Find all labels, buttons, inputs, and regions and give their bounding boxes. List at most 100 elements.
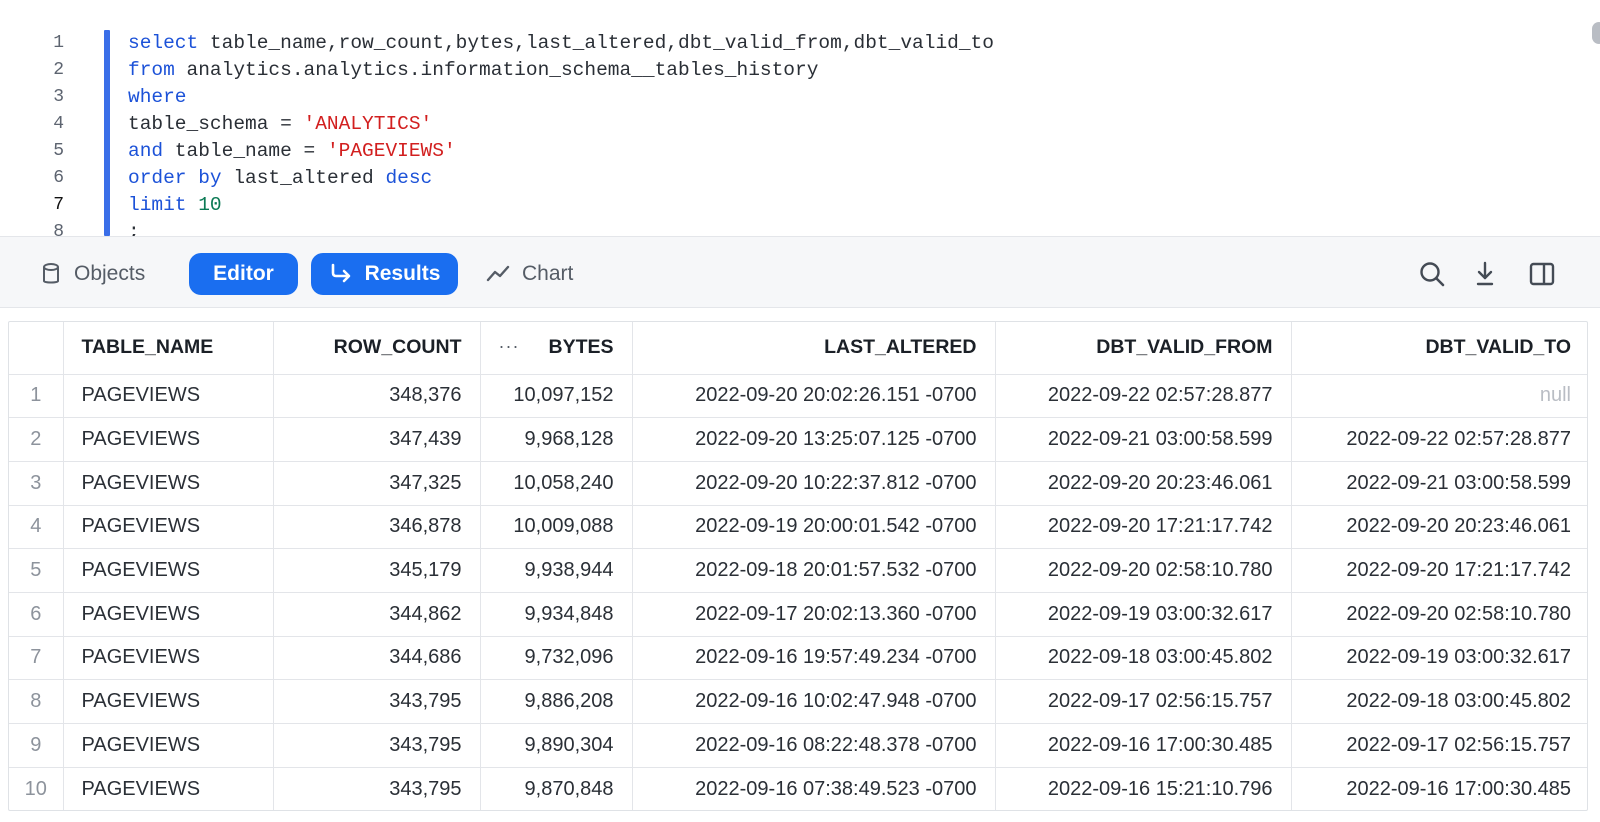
code-area[interactable]: select table_name,row_count,bytes,last_a… (128, 30, 994, 236)
cell-dbt-valid-from[interactable]: 2022-09-20 20:23:46.061 (995, 461, 1292, 506)
cell-table-name[interactable]: PAGEVIEWS (63, 548, 274, 593)
split-panel-button[interactable] (1524, 256, 1560, 292)
cell-dbt-valid-to[interactable]: null (1291, 374, 1587, 419)
sql-keyword: where (128, 86, 187, 108)
cell-table-name[interactable]: PAGEVIEWS (63, 505, 274, 550)
cell-last-altered[interactable]: 2022-09-16 07:38:49.523 -0700 (632, 767, 996, 810)
cell-bytes[interactable]: 9,870,848 (480, 767, 633, 810)
cell-row-count[interactable]: 347,439 (273, 417, 481, 462)
cell-row-count[interactable]: 344,862 (273, 592, 481, 637)
cell-last-altered[interactable]: 2022-09-19 20:00:01.542 -0700 (632, 505, 996, 550)
cell-last-altered[interactable]: 2022-09-20 13:25:07.125 -0700 (632, 417, 996, 462)
cell-last-altered[interactable]: 2022-09-16 10:02:47.948 -0700 (632, 679, 996, 724)
table-row[interactable]: 10 PAGEVIEWS 343,795 9,870,848 2022-09-16 07… (9, 767, 1587, 810)
sql-editor[interactable]: 1 2 3 4 5 6 7 8 select table_name,row_count,byt… (0, 0, 1600, 236)
column-header-row-count[interactable]: ROW_COUNT (273, 322, 481, 375)
cell-dbt-valid-to[interactable]: 2022-09-17 02:56:15.757 (1291, 723, 1587, 768)
cell-dbt-valid-from[interactable]: 2022-09-16 15:21:10.796 (995, 767, 1292, 810)
cell-dbt-valid-to[interactable]: 2022-09-16 17:00:30.485 (1291, 767, 1587, 810)
download-button[interactable] (1467, 256, 1503, 292)
cell-dbt-valid-from[interactable]: 2022-09-22 02:57:28.877 (995, 374, 1292, 419)
table-row[interactable]: 7 PAGEVIEWS 344,686 9,732,096 2022-09-16 19:… (9, 636, 1587, 681)
column-header-bytes-label: BYTES (548, 336, 614, 359)
cell-table-name[interactable]: PAGEVIEWS (63, 767, 274, 810)
editor-toggle-button[interactable]: Editor (189, 253, 298, 295)
table-row[interactable]: 6 PAGEVIEWS 344,862 9,934,848 2022-09-17 20:… (9, 592, 1587, 637)
cell-bytes[interactable]: 9,934,848 (480, 592, 633, 637)
cell-row-count[interactable]: 346,878 (273, 505, 481, 550)
cell-table-name[interactable]: PAGEVIEWS (63, 592, 274, 637)
code-line[interactable]: table_schema = 'ANALYTICS' (128, 111, 994, 138)
cell-row-count[interactable]: 345,179 (273, 548, 481, 593)
cell-table-name[interactable]: PAGEVIEWS (63, 679, 274, 724)
cell-dbt-valid-from[interactable]: 2022-09-16 17:00:30.485 (995, 723, 1292, 768)
cell-dbt-valid-to[interactable]: 2022-09-20 02:58:10.780 (1291, 592, 1587, 637)
objects-tab[interactable]: Objects (40, 253, 145, 295)
cell-table-name[interactable]: PAGEVIEWS (63, 417, 274, 462)
table-row[interactable]: 9 PAGEVIEWS 343,795 9,890,304 2022-09-16 08:… (9, 723, 1587, 768)
table-row[interactable]: 4 PAGEVIEWS 346,878 10,009,088 2022-09-19 20… (9, 505, 1587, 550)
cell-dbt-valid-to[interactable]: 2022-09-18 03:00:45.802 (1291, 679, 1587, 724)
column-header-last-altered[interactable]: LAST_ALTERED (632, 322, 996, 375)
cell-dbt-valid-to[interactable]: 2022-09-20 20:23:46.061 (1291, 505, 1587, 550)
cell-dbt-valid-from[interactable]: 2022-09-17 02:56:15.757 (995, 679, 1292, 724)
column-menu-icon[interactable]: ··· (499, 336, 520, 357)
table-row[interactable]: 2 PAGEVIEWS 347,439 9,968,128 2022-09-20 13:… (9, 417, 1587, 462)
row-index-header (9, 322, 64, 375)
editor-scrollbar[interactable] (1592, 22, 1600, 44)
cell-table-name[interactable]: PAGEVIEWS (63, 374, 274, 419)
cell-last-altered[interactable]: 2022-09-16 08:22:48.378 -0700 (632, 723, 996, 768)
results-toggle-button[interactable]: Results (311, 253, 458, 295)
cell-dbt-valid-to[interactable]: 2022-09-19 03:00:32.617 (1291, 636, 1587, 681)
cell-dbt-valid-from[interactable]: 2022-09-20 17:21:17.742 (995, 505, 1292, 550)
cell-dbt-valid-from[interactable]: 2022-09-19 03:00:32.617 (995, 592, 1292, 637)
cell-bytes[interactable]: 10,097,152 (480, 374, 633, 419)
cell-row-count[interactable]: 343,795 (273, 723, 481, 768)
cell-table-name[interactable]: PAGEVIEWS (63, 636, 274, 681)
code-line[interactable]: and table_name = 'PAGEVIEWS' (128, 138, 994, 165)
cell-row-count[interactable]: 343,795 (273, 679, 481, 724)
cell-row-count[interactable]: 348,376 (273, 374, 481, 419)
cell-last-altered[interactable]: 2022-09-17 20:02:13.360 -0700 (632, 592, 996, 637)
code-line[interactable]: limit 10 (128, 192, 994, 219)
cell-row-count[interactable]: 347,325 (273, 461, 481, 506)
code-line[interactable]: order by last_altered desc (128, 165, 994, 192)
cell-dbt-valid-to[interactable]: 2022-09-22 02:57:28.877 (1291, 417, 1587, 462)
cell-last-altered[interactable]: 2022-09-16 19:57:49.234 -0700 (632, 636, 996, 681)
column-header-table-name[interactable]: TABLE_NAME (63, 322, 274, 375)
table-row[interactable]: 8 PAGEVIEWS 343,795 9,886,208 2022-09-16 10:… (9, 679, 1587, 724)
cell-bytes[interactable]: 9,938,944 (480, 548, 633, 593)
cell-bytes[interactable]: 9,968,128 (480, 417, 633, 462)
code-line[interactable]: from analytics.analytics.information_sch… (128, 57, 994, 84)
cell-row-count[interactable]: 343,795 (273, 767, 481, 810)
cell-bytes[interactable]: 10,058,240 (480, 461, 633, 506)
column-header-bytes[interactable]: ··· BYTES (480, 322, 633, 375)
code-line[interactable]: ; (128, 219, 994, 236)
cell-bytes[interactable]: 10,009,088 (480, 505, 633, 550)
cell-bytes[interactable]: 9,886,208 (480, 679, 633, 724)
column-header-dbt-valid-to[interactable]: DBT_VALID_TO (1291, 322, 1587, 375)
code-line[interactable]: where (128, 84, 994, 111)
cell-dbt-valid-to[interactable]: 2022-09-20 17:21:17.742 (1291, 548, 1587, 593)
table-row[interactable]: 1 PAGEVIEWS 348,376 10,097,152 2022-09-20 20… (9, 374, 1587, 419)
cell-bytes[interactable]: 9,890,304 (480, 723, 633, 768)
results-toolbar: Objects Editor Results Chart (0, 236, 1600, 308)
cell-dbt-valid-from[interactable]: 2022-09-20 02:58:10.780 (995, 548, 1292, 593)
cell-last-altered[interactable]: 2022-09-20 20:02:26.151 -0700 (632, 374, 996, 419)
cell-dbt-valid-to[interactable]: 2022-09-21 03:00:58.599 (1291, 461, 1587, 506)
cell-dbt-valid-from[interactable]: 2022-09-18 03:00:45.802 (995, 636, 1292, 681)
cell-bytes[interactable]: 9,732,096 (480, 636, 633, 681)
table-row[interactable]: 5 PAGEVIEWS 345,179 9,938,944 2022-09-18 20:… (9, 548, 1587, 593)
sql-number: 10 (198, 194, 222, 216)
cell-row-count[interactable]: 344,686 (273, 636, 481, 681)
search-button[interactable] (1414, 256, 1450, 292)
column-header-dbt-valid-from[interactable]: DBT_VALID_FROM (995, 322, 1292, 375)
cell-table-name[interactable]: PAGEVIEWS (63, 723, 274, 768)
table-row[interactable]: 3 PAGEVIEWS 347,325 10,058,240 2022-09-20 10… (9, 461, 1587, 506)
cell-table-name[interactable]: PAGEVIEWS (63, 461, 274, 506)
cell-last-altered[interactable]: 2022-09-18 20:01:57.532 -0700 (632, 548, 996, 593)
cell-dbt-valid-from[interactable]: 2022-09-21 03:00:58.599 (995, 417, 1292, 462)
code-line[interactable]: select table_name,row_count,bytes,last_a… (128, 30, 994, 57)
cell-last-altered[interactable]: 2022-09-20 10:22:37.812 -0700 (632, 461, 996, 506)
chart-tab[interactable]: Chart (486, 253, 573, 295)
